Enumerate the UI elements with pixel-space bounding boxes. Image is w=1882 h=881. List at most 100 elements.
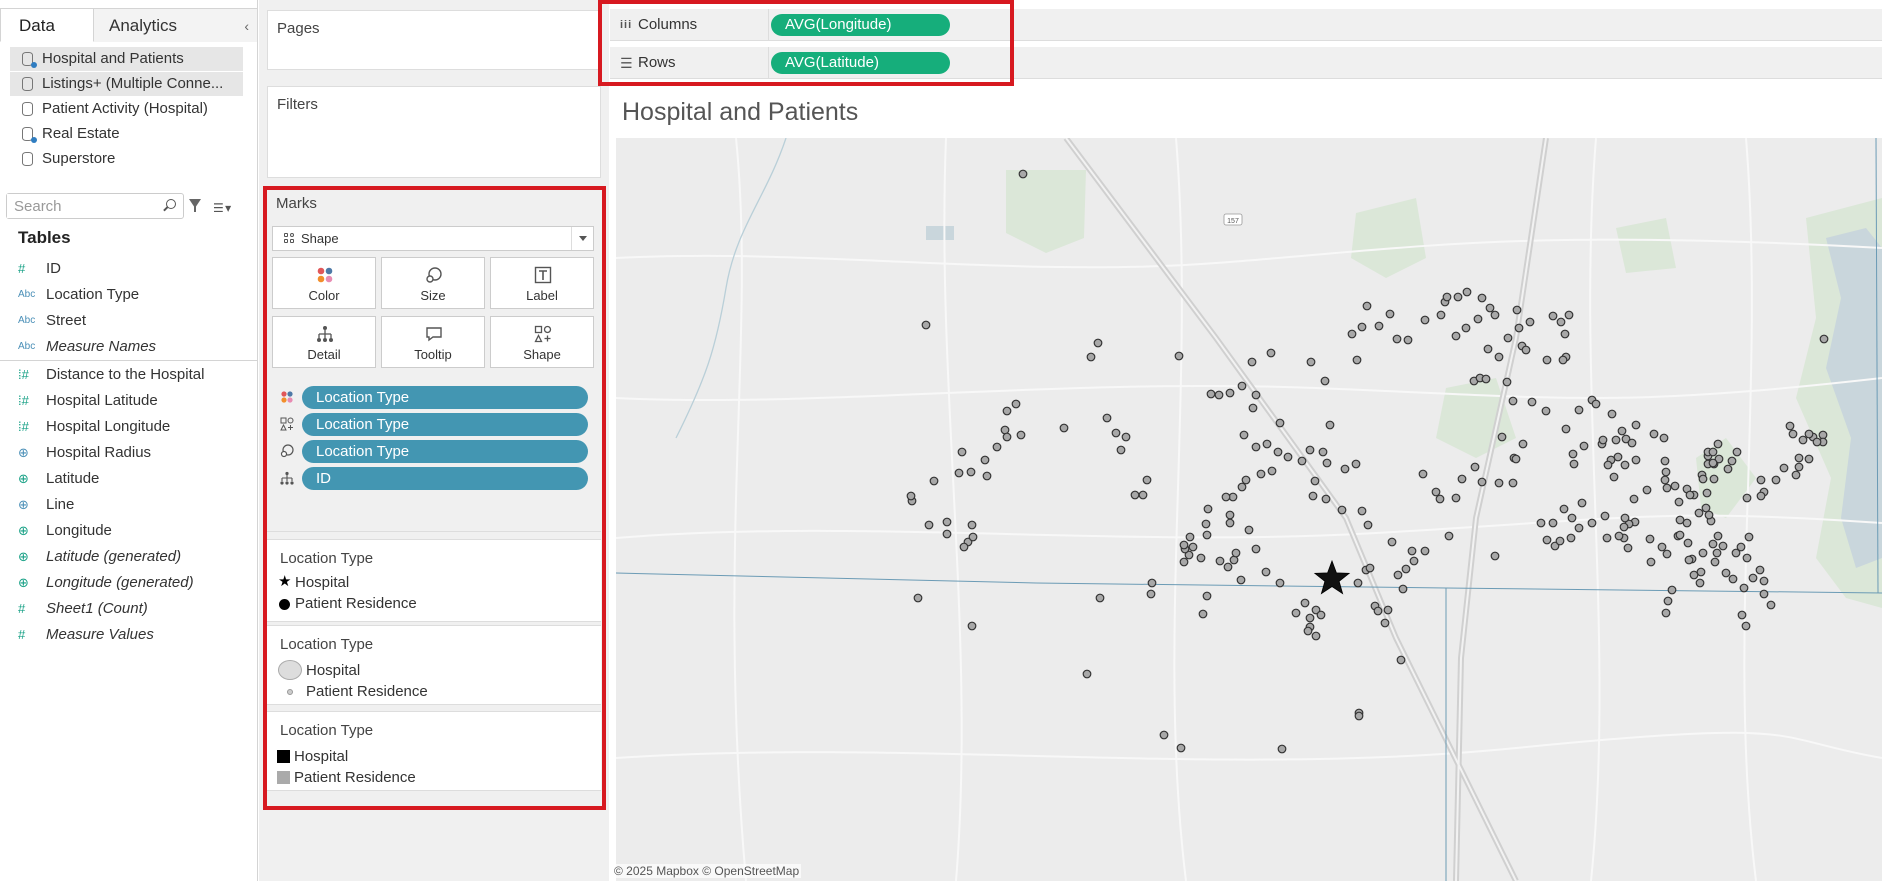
patient-residence-mark[interactable] (1387, 537, 1397, 547)
patient-residence-mark[interactable] (1362, 301, 1372, 311)
patient-residence-mark[interactable] (1481, 374, 1491, 384)
patient-residence-mark[interactable] (1660, 475, 1670, 485)
filter-icon[interactable] (189, 199, 201, 212)
view-options-icon[interactable]: ☰ ▾ (213, 201, 231, 215)
patient-residence-mark[interactable] (1354, 711, 1364, 721)
patient-residence-mark[interactable] (1709, 474, 1719, 484)
patient-residence-mark[interactable] (1670, 481, 1680, 491)
legend-item-patient-residence[interactable]: Patient Residence (278, 683, 428, 700)
field-distance[interactable]: ⁞# Distance to the Hospital (0, 362, 258, 387)
patient-residence-mark[interactable] (1577, 498, 1587, 508)
field-location-type[interactable]: Abc Location Type (0, 282, 258, 307)
patient-residence-mark[interactable] (1420, 546, 1430, 556)
patient-residence-mark[interactable] (1392, 334, 1402, 344)
patient-residence-mark[interactable] (1527, 397, 1537, 407)
label-button[interactable]: Label (490, 257, 594, 309)
patient-residence-mark[interactable] (1316, 610, 1326, 620)
patient-residence-mark[interactable] (1321, 494, 1331, 504)
patient-residence-mark[interactable] (1418, 469, 1428, 479)
patient-residence-mark[interactable] (1779, 463, 1789, 473)
patient-residence-mark[interactable] (1138, 490, 1148, 500)
patient-residence-mark[interactable] (1497, 432, 1507, 442)
patient-residence-mark[interactable] (1508, 396, 1518, 406)
patient-residence-mark[interactable] (1494, 478, 1504, 488)
patient-residence-mark[interactable] (1303, 626, 1313, 636)
legend-item-hospital[interactable]: ★ Hospital (278, 573, 349, 591)
patient-residence-mark[interactable] (1111, 428, 1121, 438)
patient-residence-mark[interactable] (1620, 460, 1630, 470)
patient-residence-mark[interactable] (1283, 452, 1293, 462)
patient-residence-mark[interactable] (1511, 454, 1521, 464)
patient-residence-mark[interactable] (1159, 730, 1169, 740)
patient-residence-mark[interactable] (1741, 621, 1751, 631)
patient-residence-mark[interactable] (1300, 598, 1310, 608)
patient-residence-mark[interactable] (1494, 352, 1504, 362)
patient-residence-mark[interactable] (1662, 483, 1672, 493)
patient-residence-mark[interactable] (1357, 322, 1367, 332)
patient-residence-mark[interactable] (1225, 388, 1235, 398)
patient-residence-mark[interactable] (1011, 399, 1021, 409)
patient-residence-mark[interactable] (1206, 389, 1216, 399)
pages-card[interactable]: Pages (267, 10, 601, 70)
patient-residence-mark[interactable] (1556, 317, 1566, 327)
columns-pill-avg-longitude[interactable]: AVG(Longitude) (771, 14, 950, 36)
patient-residence-mark[interactable] (1712, 548, 1722, 558)
patient-residence-mark[interactable] (1755, 565, 1765, 575)
patient-residence-mark[interactable] (1794, 462, 1804, 472)
patient-residence-mark[interactable] (942, 529, 952, 539)
patient-residence-mark[interactable] (1305, 613, 1315, 623)
patient-residence-mark[interactable] (1819, 334, 1829, 344)
patient-residence-mark[interactable] (1095, 593, 1105, 603)
patient-residence-mark[interactable] (1614, 531, 1624, 541)
patient-residence-mark[interactable] (1365, 563, 1375, 573)
patient-residence-mark[interactable] (1398, 584, 1408, 594)
size-button[interactable]: Size (381, 257, 485, 309)
patient-residence-mark[interactable] (1788, 429, 1798, 439)
patient-residence-mark[interactable] (1277, 744, 1287, 754)
patient-residence-mark[interactable] (1623, 543, 1633, 553)
patient-residence-mark[interactable] (982, 471, 992, 481)
patient-residence-mark[interactable] (1508, 478, 1518, 488)
patient-residence-mark[interactable] (1569, 459, 1579, 469)
patient-residence-mark[interactable] (1694, 508, 1704, 518)
patient-residence-mark[interactable] (1756, 491, 1766, 501)
patient-residence-mark[interactable] (1241, 475, 1251, 485)
marks-pill-detail[interactable]: ID (302, 467, 588, 490)
patient-residence-mark[interactable] (1564, 310, 1574, 320)
patient-residence-mark[interactable] (1627, 438, 1637, 448)
patient-residence-mark[interactable] (1713, 531, 1723, 541)
patient-residence-mark[interactable] (1607, 409, 1617, 419)
patient-residence-mark[interactable] (1548, 518, 1558, 528)
search-input[interactable] (7, 194, 157, 218)
patient-residence-mark[interactable] (1239, 430, 1249, 440)
color-legend[interactable]: Location Type Hospital Patient Residence (267, 711, 601, 791)
patient-residence-mark[interactable] (1142, 475, 1152, 485)
patient-residence-mark[interactable] (1221, 492, 1231, 502)
patient-residence-mark[interactable] (959, 542, 969, 552)
patient-residence-mark[interactable] (1542, 535, 1552, 545)
patient-residence-mark[interactable] (1203, 504, 1213, 514)
patient-residence-mark[interactable] (1685, 490, 1695, 500)
patient-residence-mark[interactable] (967, 621, 977, 631)
patient-residence-mark[interactable] (1683, 538, 1693, 548)
patient-residence-mark[interactable] (1251, 544, 1261, 554)
mark-type-dropdown[interactable]: Shape (272, 226, 594, 251)
marks-pill-shape[interactable]: Location Type (302, 413, 588, 436)
patient-residence-mark[interactable] (1812, 437, 1822, 447)
datasource-hospital-and-patients[interactable]: Hospital and Patients (10, 47, 243, 71)
search-icon[interactable] (166, 199, 176, 209)
patient-residence-mark[interactable] (1179, 557, 1189, 567)
patient-residence-mark[interactable] (1759, 576, 1769, 586)
patient-residence-mark[interactable] (1718, 541, 1728, 551)
patient-residence-mark[interactable] (1275, 578, 1285, 588)
patient-residence-mark[interactable] (1308, 491, 1318, 501)
patient-residence-mark[interactable] (1748, 573, 1758, 583)
patient-residence-mark[interactable] (921, 320, 931, 330)
patient-residence-mark[interactable] (1470, 462, 1480, 472)
rows-pill-avg-latitude[interactable]: AVG(Latitude) (771, 52, 950, 74)
patient-residence-mark[interactable] (1598, 435, 1608, 445)
patient-residence-mark[interactable] (1483, 344, 1493, 354)
patient-residence-mark[interactable] (1667, 585, 1677, 595)
patient-residence-mark[interactable] (957, 447, 967, 457)
patient-residence-mark[interactable] (1695, 578, 1705, 588)
